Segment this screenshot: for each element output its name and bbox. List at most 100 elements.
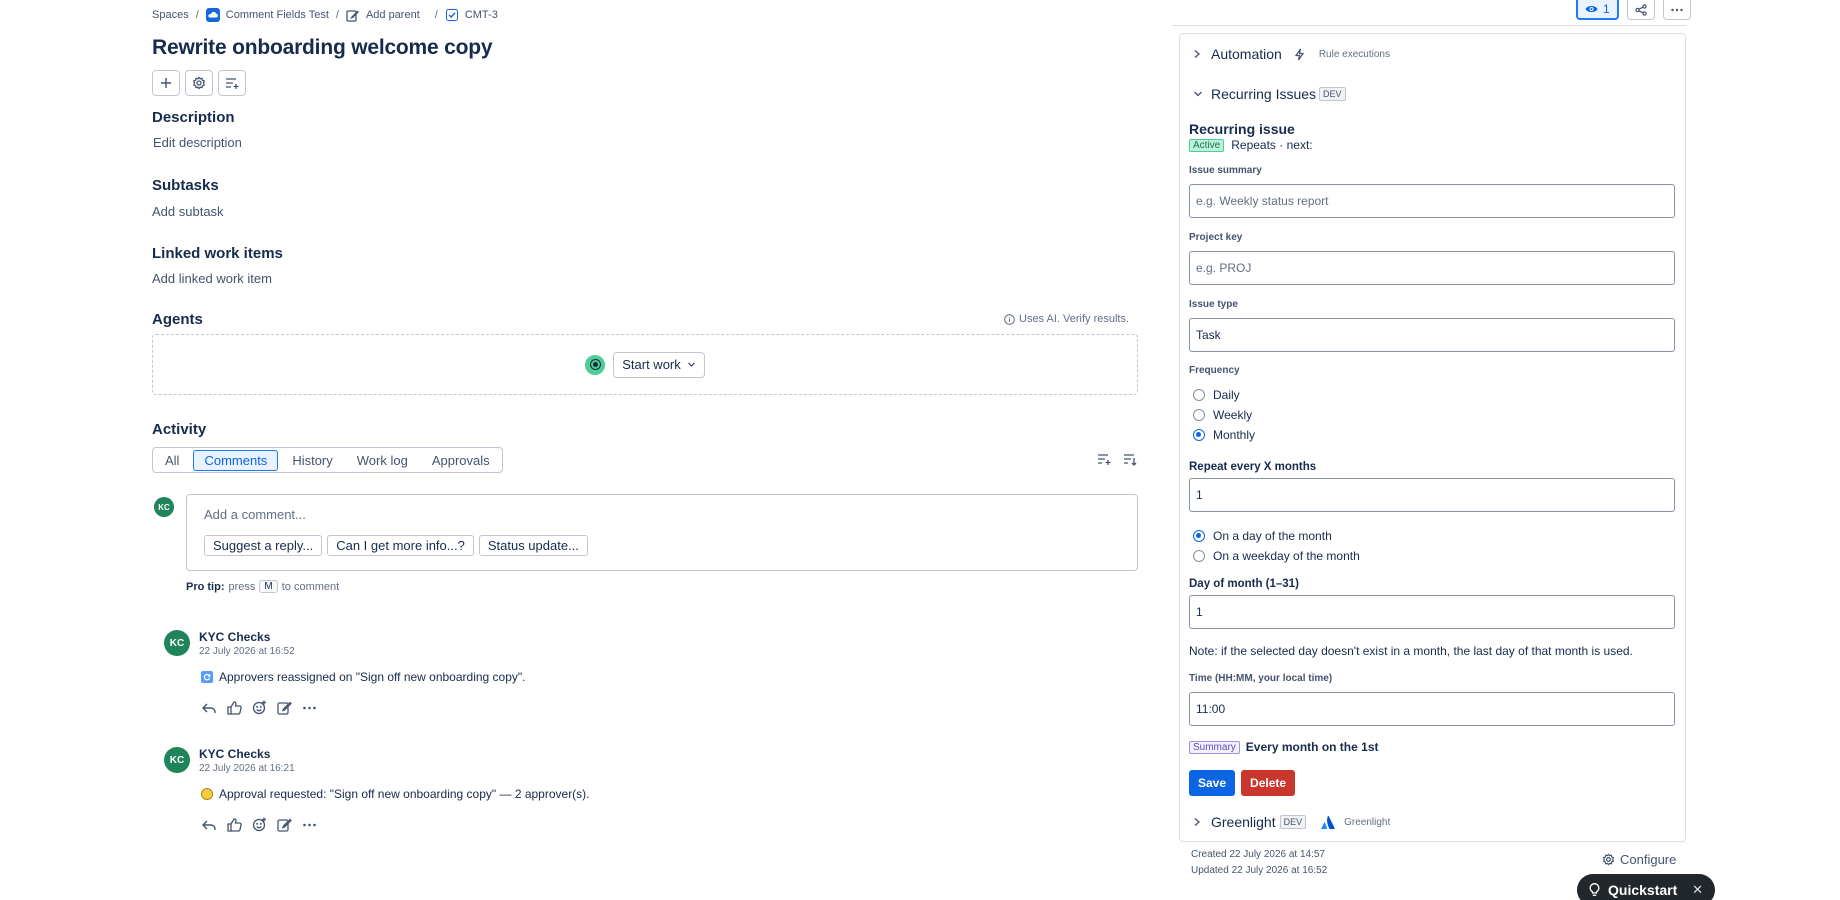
breadcrumb-spaces[interactable]: Spaces (152, 9, 189, 21)
description-placeholder[interactable]: Edit description (153, 135, 242, 150)
more-options-icon[interactable] (302, 701, 317, 715)
add-linked-item-link[interactable]: Add linked work item (152, 271, 272, 286)
mode-day-radio[interactable]: On a day of the month (1193, 529, 1332, 543)
greenlight-section[interactable]: Greenlight DEV Greenlight (1193, 814, 1390, 830)
add-reaction-icon[interactable] (252, 700, 267, 715)
time-label: Time (HH:MM, your local time) (1189, 673, 1333, 684)
time-input[interactable]: 11:00 (1189, 692, 1675, 726)
add-subtask-link[interactable]: Add subtask (152, 204, 224, 219)
tab-all[interactable]: All (155, 450, 189, 471)
day-of-month-label: Day of month (1–31) (1189, 578, 1299, 590)
project-key-input[interactable]: e.g. PROJ (1189, 251, 1675, 285)
eye-icon (1585, 4, 1598, 14)
tab-approvals[interactable]: Approvals (422, 450, 500, 471)
radio-unselected-icon[interactable] (1193, 409, 1205, 421)
issue-summary-input[interactable]: e.g. Weekly status report (1189, 184, 1675, 218)
breadcrumb-spaces-label[interactable]: Spaces (152, 9, 189, 21)
filter-add-icon[interactable] (1097, 452, 1111, 466)
recurring-issues-section[interactable]: Recurring Issues DEV (1193, 86, 1346, 102)
issue-type-label: Issue type (1189, 299, 1238, 310)
automation-section[interactable]: Automation Rule executions (1193, 46, 1390, 62)
rule-executions-link[interactable]: Rule executions (1319, 49, 1390, 60)
radio-selected-icon[interactable] (1193, 530, 1205, 542)
repeats-text: Repeats · next: (1231, 138, 1313, 152)
plus-icon (160, 77, 172, 89)
breadcrumb-issue-key[interactable]: CMT-3 (445, 8, 498, 22)
agents-panel: Start work (152, 334, 1138, 395)
activity-tabs: All Comments History Work log Approvals (152, 447, 503, 473)
refresh-emoji-icon (201, 671, 213, 683)
add-parent-link[interactable]: Add parent (346, 8, 420, 22)
frequency-daily-radio[interactable]: Daily (1193, 388, 1240, 402)
suggest-reply-chip[interactable]: Suggest a reply... (204, 535, 323, 556)
edit-icon[interactable] (277, 818, 292, 832)
configure-button[interactable]: Configure (1602, 852, 1676, 867)
breadcrumb-project[interactable]: Comment Fields Test (205, 8, 329, 22)
issue-key-label[interactable]: CMT-3 (465, 9, 498, 21)
add-parent-label[interactable]: Add parent (366, 9, 420, 21)
apps-button[interactable] (185, 70, 213, 96)
radio-unselected-icon[interactable] (1193, 550, 1205, 562)
comment-author[interactable]: KYC Checks (199, 630, 295, 644)
comment-editor[interactable]: Add a comment... Suggest a reply... Can … (186, 494, 1138, 571)
tab-history[interactable]: History (282, 450, 342, 471)
frequency-weekly-label[interactable]: Weekly (1213, 408, 1252, 422)
more-actions-button[interactable] (1662, 0, 1691, 20)
sort-descending-icon[interactable] (1123, 452, 1137, 466)
atlassian-logo-icon (1320, 815, 1336, 830)
edit-pencil-icon (346, 8, 360, 22)
configure-label[interactable]: Configure (1620, 852, 1676, 867)
thumbs-up-icon[interactable] (227, 817, 242, 832)
mode-weekday-radio[interactable]: On a weekday of the month (1193, 549, 1360, 563)
close-icon[interactable]: ✕ (1692, 882, 1703, 898)
share-button[interactable] (1626, 0, 1655, 20)
repeat-every-input[interactable]: 1 (1189, 478, 1675, 512)
edit-icon[interactable] (277, 701, 292, 715)
more-info-chip[interactable]: Can I get more info...? (327, 535, 474, 556)
mode-weekday-label[interactable]: On a weekday of the month (1213, 549, 1360, 563)
quickstart-button[interactable]: Quickstart ✕ (1577, 874, 1715, 900)
day-of-month-input[interactable]: 1 (1189, 595, 1675, 629)
frequency-weekly-radio[interactable]: Weekly (1193, 408, 1252, 422)
greenlight-label: Greenlight (1211, 814, 1276, 830)
breadcrumb-project-label[interactable]: Comment Fields Test (226, 9, 329, 21)
comment-text: Approvers reassigned on "Sign off new on… (219, 670, 526, 684)
issue-title[interactable]: Rewrite onboarding welcome copy (152, 36, 493, 60)
comment-author[interactable]: KYC Checks (199, 747, 295, 761)
status-update-chip[interactable]: Status update... (478, 535, 588, 556)
watch-button[interactable]: 1 (1576, 0, 1619, 20)
add-list-button[interactable] (218, 70, 246, 96)
thumbs-up-icon[interactable] (227, 700, 242, 715)
save-button[interactable]: Save (1189, 770, 1236, 796)
reply-icon[interactable] (201, 701, 217, 715)
pro-tip-press: press (228, 580, 256, 593)
project-key-label: Project key (1189, 232, 1243, 243)
comment-body: Approvers reassigned on "Sign off new on… (201, 670, 526, 684)
frequency-monthly-radio[interactable]: Monthly (1193, 428, 1255, 442)
pro-tip: Pro tip: press M to comment (186, 580, 339, 593)
comment-author-avatar[interactable]: KC (164, 630, 190, 656)
summary-text: Every month on the 1st (1245, 740, 1379, 754)
add-button[interactable] (152, 70, 180, 96)
issue-type-input[interactable]: Task (1189, 318, 1675, 352)
more-options-icon[interactable] (302, 818, 317, 832)
frequency-monthly-label[interactable]: Monthly (1213, 428, 1255, 442)
automation-label: Automation (1211, 46, 1282, 62)
settings-gear-icon (192, 76, 206, 90)
quickstart-label[interactable]: Quickstart (1608, 882, 1677, 898)
comment-author-avatar[interactable]: KC (164, 747, 190, 773)
comment-actions (201, 817, 317, 832)
radio-selected-icon[interactable] (1193, 429, 1205, 441)
mode-day-label[interactable]: On a day of the month (1213, 529, 1332, 543)
more-options-icon (1670, 5, 1684, 15)
radio-unselected-icon[interactable] (1193, 389, 1205, 401)
tab-work-log[interactable]: Work log (347, 450, 418, 471)
comment-placeholder[interactable]: Add a comment... (204, 507, 306, 522)
add-reaction-icon[interactable] (252, 817, 267, 832)
delete-button[interactable]: Delete (1241, 770, 1296, 796)
chevron-right-icon (1193, 49, 1201, 59)
reply-icon[interactable] (201, 818, 217, 832)
tab-comments[interactable]: Comments (193, 449, 279, 471)
start-work-button[interactable]: Start work (613, 351, 705, 378)
frequency-daily-label[interactable]: Daily (1213, 388, 1240, 402)
